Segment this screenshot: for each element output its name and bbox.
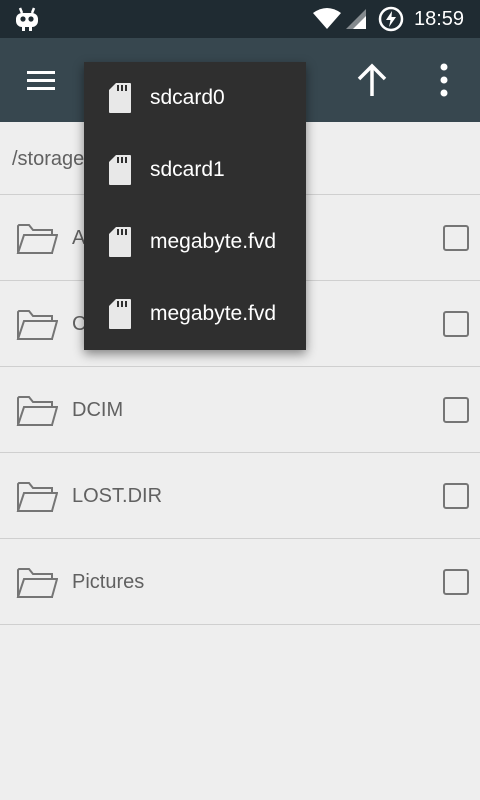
list-item[interactable]: Pictures (0, 539, 480, 625)
menu-item-label: megabyte.fvd (150, 302, 277, 325)
folder-name: DCIM (72, 399, 124, 421)
select-checkbox[interactable] (443, 311, 469, 337)
menu-item-megabyte-fvd-1[interactable]: megabyte.fvd (84, 206, 306, 278)
status-bar: 18:59 (0, 0, 480, 38)
folder-icon (16, 310, 58, 340)
android-robot-icon (16, 7, 38, 31)
menu-item-sdcard1[interactable]: sdcard1 (84, 134, 306, 206)
current-path: /storage (12, 148, 85, 170)
folder-name: Pictures (72, 571, 145, 593)
select-checkbox[interactable] (443, 569, 469, 595)
file-manager-screen: 18:59 /storage A C DCIM LOST.DIR Picture… (0, 0, 480, 800)
folder-icon (16, 224, 58, 254)
folder-icon (16, 396, 58, 426)
select-checkbox[interactable] (443, 397, 469, 423)
select-checkbox[interactable] (443, 225, 469, 251)
signal-icon (346, 9, 366, 29)
more-vert-icon[interactable] (430, 58, 458, 102)
folder-icon (16, 568, 58, 598)
list-item[interactable]: DCIM (0, 367, 480, 453)
select-checkbox[interactable] (443, 483, 469, 509)
arrow-up-icon[interactable] (350, 58, 394, 102)
hamburger-icon[interactable] (20, 60, 60, 100)
sd-card-icon (109, 155, 131, 185)
status-clock: 18:59 (414, 8, 465, 30)
menu-item-label: megabyte.fvd (150, 230, 277, 253)
wifi-icon (313, 8, 341, 29)
folder-name: LOST.DIR (72, 485, 163, 507)
menu-item-megabyte-fvd-2[interactable]: megabyte.fvd (84, 278, 306, 350)
battery-charging-icon (378, 6, 404, 32)
sd-card-icon (109, 83, 131, 113)
storage-popup-menu: sdcard0 sdcard1 megabyte.fvd megabyte.fv… (84, 62, 306, 350)
folder-icon (16, 482, 58, 512)
list-item[interactable]: LOST.DIR (0, 453, 480, 539)
sd-card-icon (109, 227, 131, 257)
menu-item-label: sdcard1 (150, 158, 225, 181)
menu-item-label: sdcard0 (150, 86, 225, 109)
sd-card-icon (109, 299, 131, 329)
menu-item-sdcard0[interactable]: sdcard0 (84, 62, 306, 134)
